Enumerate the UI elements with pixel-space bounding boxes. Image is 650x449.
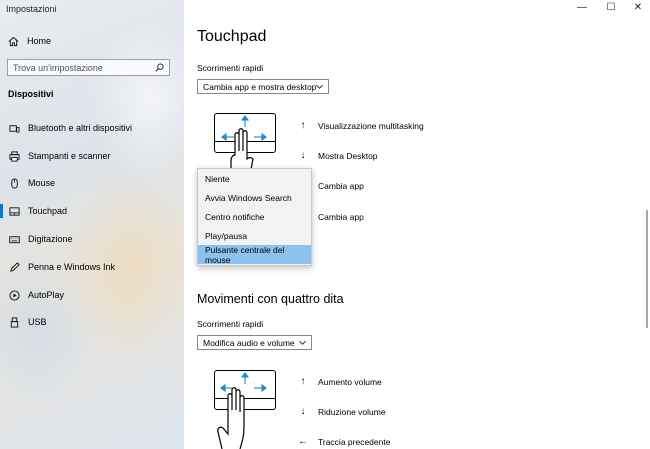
close-button[interactable]: ✕ [627, 0, 649, 14]
sidebar-item-label: USB [28, 317, 47, 327]
home-link[interactable]: Home [8, 33, 51, 49]
tap-options-menu: Niente Avvia Windows Search Centro notif… [197, 168, 312, 266]
gesture-label: Visualizzazione multitasking [318, 120, 424, 131]
gesture-down: ↓ Mostra Desktop [298, 150, 378, 161]
sidebar-item-label: Penna e Windows Ink [28, 262, 116, 272]
bluetooth-icon [8, 122, 20, 134]
gesture-label: Aumento volume [318, 376, 382, 387]
gesture-up: ↑ Visualizzazione multitasking [298, 120, 424, 131]
gesture-label: Riduzione volume [318, 406, 386, 417]
menu-item-notification-center[interactable]: Centro notifiche [198, 207, 311, 226]
sidebar-item-label: Touchpad [28, 206, 68, 216]
swipes-label: Scorrimenti rapidi [197, 63, 264, 73]
sidebar-item-label: Bluetooth e altri dispositivi [28, 123, 133, 133]
arrow-down-icon: ↓ [300, 406, 306, 417]
autoplay-icon [8, 289, 20, 301]
swipes-label: Scorrimenti rapidi [197, 319, 264, 329]
home-icon [8, 36, 19, 46]
sidebar-item-label: Digitazione [28, 234, 73, 244]
sidebar-item-usb[interactable]: USB [0, 311, 184, 333]
touchpad-icon [8, 205, 20, 217]
dropdown-value: Modifica audio e volume [203, 337, 295, 348]
arrow-left-icon: ← [298, 436, 308, 447]
search-input[interactable]: Trova un'impostazione [7, 59, 170, 76]
menu-item-windows-search[interactable]: Avvia Windows Search [198, 188, 311, 207]
gesture-label: Cambia app [318, 180, 364, 191]
printer-icon [8, 150, 20, 162]
menu-item-middle-mouse-button[interactable]: Pulsante centrale del mouse [198, 245, 311, 265]
search-placeholder: Trova un'impostazione [13, 62, 103, 73]
sidebar-item-touchpad[interactable]: Touchpad [0, 200, 184, 222]
gesture-down: ↓ Riduzione volume [298, 406, 386, 417]
sidebar-item-pen[interactable]: Penna e Windows Ink [0, 256, 184, 278]
mouse-icon [8, 177, 20, 189]
sidebar: Impostazioni Home Trova un'impostazione … [0, 0, 184, 449]
hand-icon [217, 372, 267, 449]
gesture-left: ← Traccia precedente [298, 436, 390, 447]
gesture-label: Mostra Desktop [318, 150, 378, 161]
chevron-down-icon [299, 340, 306, 345]
sidebar-item-label: Mouse [28, 178, 56, 188]
sidebar-item-printers[interactable]: Stampanti e scanner [0, 145, 184, 167]
scrollbar[interactable] [646, 210, 648, 328]
menu-item-play-pause[interactable]: Play/pausa [198, 226, 311, 245]
gesture-label: Traccia precedente [318, 436, 391, 447]
maximize-button[interactable]: ☐ [600, 0, 622, 14]
sidebar-item-label: AutoPlay [28, 290, 65, 300]
sidebar-item-bluetooth[interactable]: Bluetooth e altri dispositivi [0, 117, 184, 139]
search-icon[interactable] [155, 63, 164, 72]
page-title: Touchpad [197, 28, 267, 45]
usb-icon [8, 316, 20, 328]
menu-item-none[interactable]: Niente [198, 169, 311, 188]
sidebar-item-label: Stampanti e scanner [28, 151, 111, 161]
dropdown-value: Cambia app e mostra desktop [203, 81, 317, 92]
section-heading-four-fingers: Movimenti con quattro dita [197, 292, 344, 306]
keyboard-icon [8, 233, 20, 245]
sidebar-item-typing[interactable]: Digitazione [0, 228, 184, 250]
three-finger-swipes-dropdown[interactable]: Cambia app e mostra desktop [197, 79, 329, 94]
section-title: Dispositivi [8, 89, 54, 99]
minimize-button[interactable]: — [571, 0, 593, 14]
chevron-down-icon [316, 84, 323, 89]
sidebar-item-mouse[interactable]: Mouse [0, 172, 184, 194]
window-title: Impostazioni [6, 4, 57, 14]
sidebar-item-autoplay[interactable]: AutoPlay [0, 284, 184, 306]
gesture-label: Cambia app [318, 211, 364, 222]
arrow-up-icon: ↑ [300, 120, 306, 131]
arrow-up-icon: ↑ [300, 376, 306, 387]
gesture-up: ↑ Aumento volume [298, 376, 382, 387]
home-label: Home [27, 36, 52, 46]
four-finger-swipes-dropdown[interactable]: Modifica audio e volume [197, 335, 312, 350]
arrow-down-icon: ↓ [300, 150, 306, 161]
pen-icon [8, 261, 20, 273]
